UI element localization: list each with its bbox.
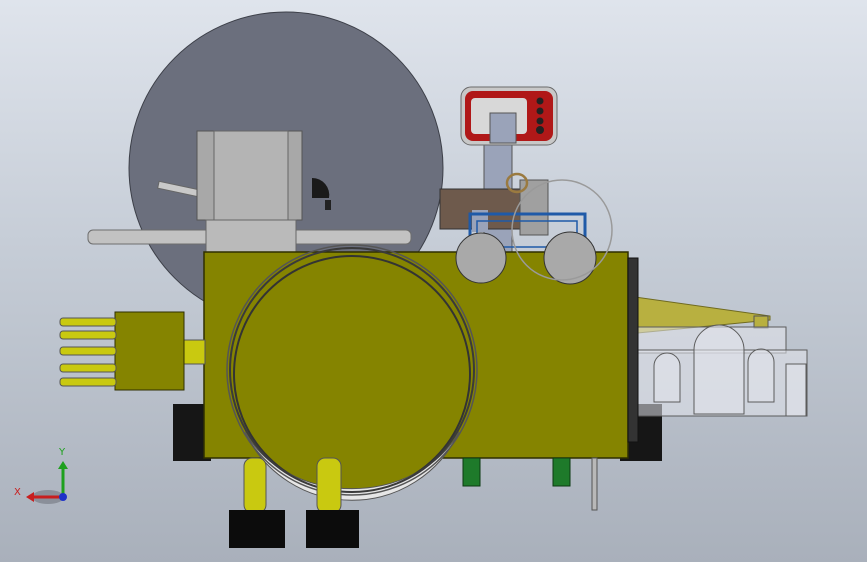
motor-block [196, 130, 303, 255]
display-button-3 [536, 117, 544, 125]
motor-block-face [213, 130, 289, 221]
triad-y-arrow [58, 461, 68, 469]
leg-left [243, 457, 267, 514]
nozzle-tip [753, 315, 769, 329]
display-button-4 [536, 126, 544, 134]
housing-arch-2 [693, 324, 745, 415]
connector-rod-4 [59, 363, 117, 373]
left-connector [59, 311, 206, 391]
triad-x-arrow [26, 492, 34, 502]
connector-stub [182, 339, 206, 365]
housing-arch-3 [747, 348, 775, 403]
model-view[interactable]: X Y [0, 0, 867, 562]
display-button-2 [536, 107, 544, 115]
display-button-1 [536, 97, 544, 105]
control-display [460, 86, 558, 146]
connector-rod-3 [59, 346, 117, 356]
coordinate-triad: X Y [14, 447, 68, 504]
ring-face [233, 255, 471, 493]
connector-block [114, 311, 185, 391]
thin-pin [591, 457, 598, 511]
roller-right [543, 231, 597, 285]
foot-right [306, 510, 359, 548]
motor-block-lower [205, 219, 297, 255]
housing-arch-1 [653, 352, 681, 403]
green-post-left [462, 457, 481, 487]
reel-clip [325, 200, 331, 210]
green-post-right [552, 457, 571, 487]
leg-right [316, 457, 342, 514]
triad-y-label: Y [58, 447, 66, 458]
connector-rod-5 [59, 377, 117, 387]
connector-rod-2 [59, 330, 117, 340]
triad-z-axis [59, 493, 67, 501]
connector-rod-1 [59, 317, 117, 327]
roller-left [455, 232, 507, 284]
triad-x-label: X [14, 487, 21, 498]
wireframe-housing [631, 324, 808, 417]
foot-left [229, 510, 285, 548]
housing-strip [785, 363, 807, 417]
cad-viewport[interactable]: X Y [0, 0, 867, 562]
body-side-strip [627, 257, 639, 443]
display-stem [489, 112, 517, 144]
